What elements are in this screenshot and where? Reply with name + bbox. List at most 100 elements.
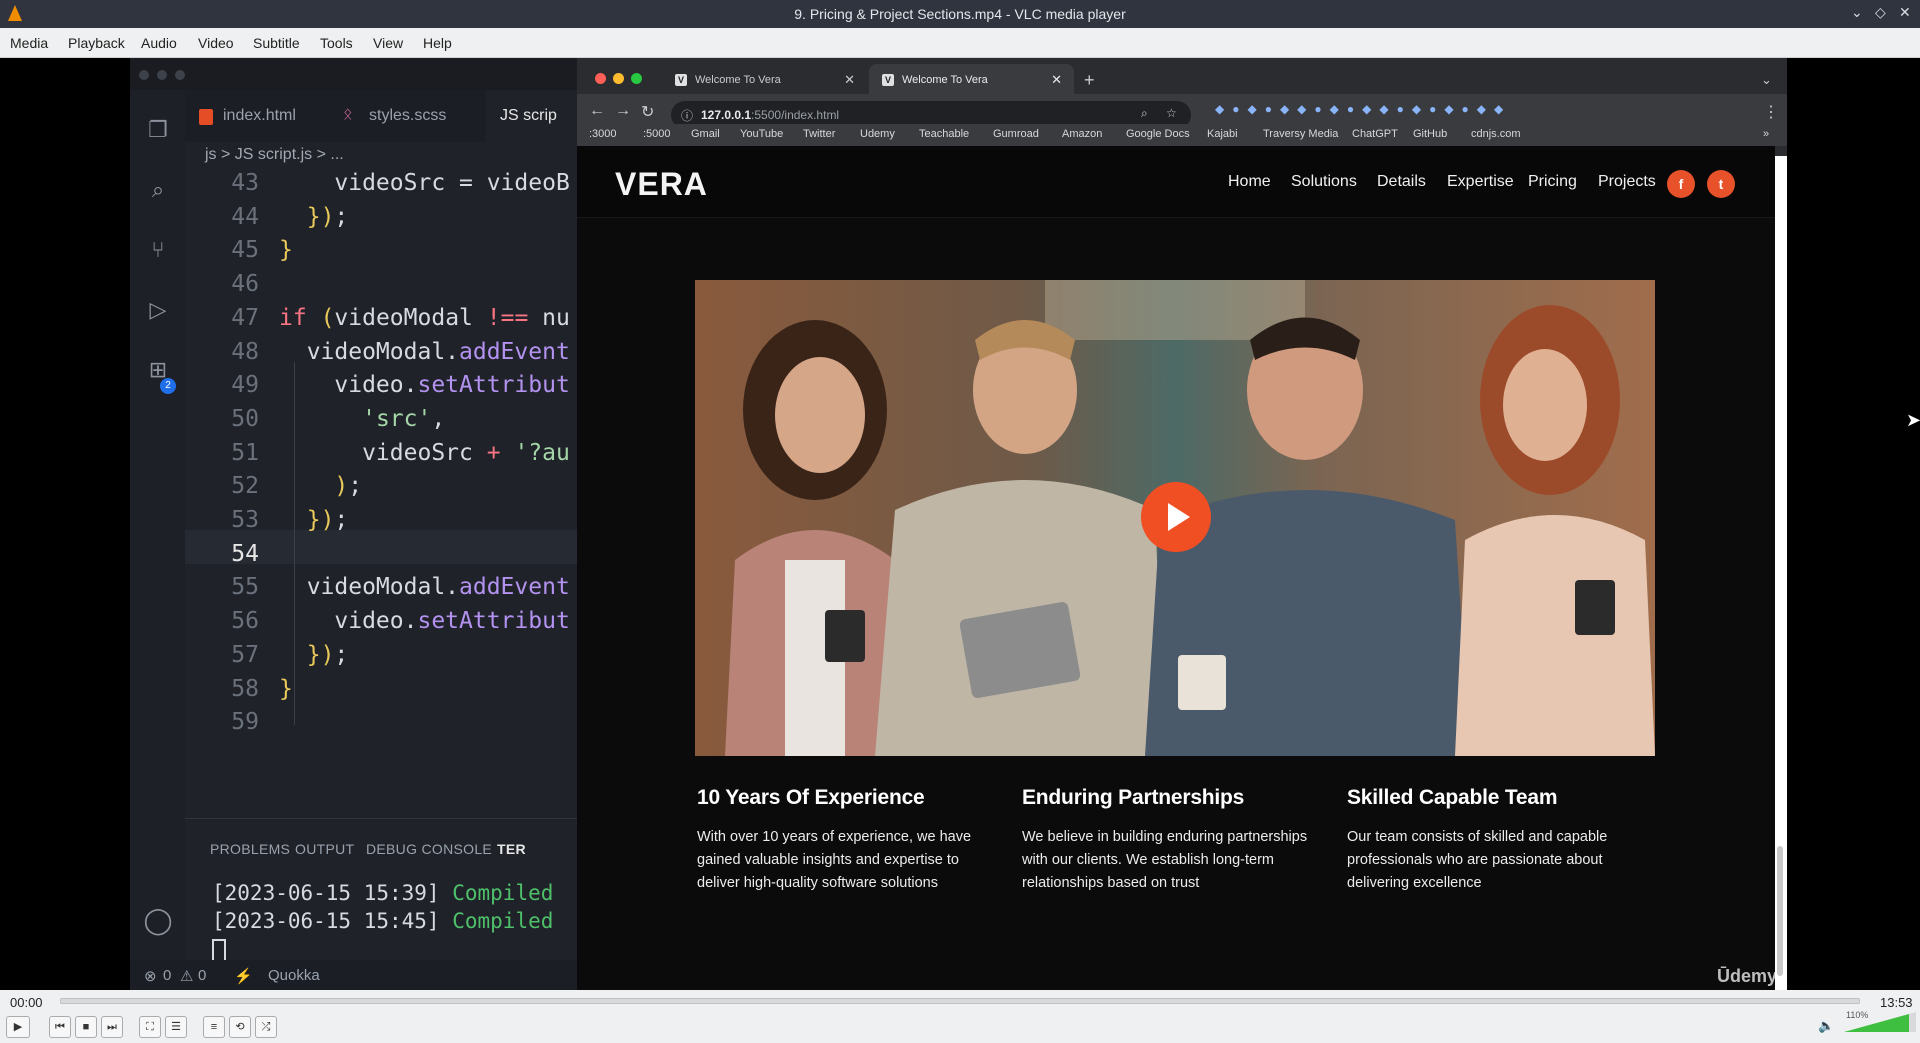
zoom-dot[interactable] <box>631 73 642 84</box>
nav-home[interactable]: Home <box>1228 173 1271 191</box>
panel-tab-debug-console[interactable]: DEBUG CONSOLE <box>366 841 492 857</box>
tab-index-html[interactable]: index.html <box>185 90 329 142</box>
nav-pricing[interactable]: Pricing <box>1528 173 1577 191</box>
code-line: }); <box>306 203 349 230</box>
bookmark[interactable]: GitHub <box>1413 128 1447 140</box>
bookmark[interactable]: Udemy <box>860 128 895 140</box>
bookmark[interactable]: Gumroad <box>993 128 1039 140</box>
menu-tools[interactable]: Tools <box>320 35 353 51</box>
menu-subtitle[interactable]: Subtitle <box>253 35 300 51</box>
loop-button[interactable]: ⟲ <box>229 1016 251 1038</box>
warning-icon[interactable]: ⚠ <box>180 967 193 985</box>
minimize-button[interactable]: ⌄ <box>1851 4 1863 21</box>
info-icon[interactable]: ⓘ <box>681 107 693 124</box>
new-tab-icon[interactable]: + <box>1084 70 1095 91</box>
run-debug-icon[interactable]: ▷ <box>140 292 176 328</box>
nav-solutions[interactable]: Solutions <box>1291 173 1357 191</box>
bookmarks-overflow-icon[interactable]: » <box>1763 128 1769 140</box>
close-tab-icon[interactable]: ✕ <box>844 72 855 88</box>
tab-search-icon[interactable]: ⌄ <box>1761 72 1772 88</box>
nav-details[interactable]: Details <box>1377 173 1426 191</box>
search-icon[interactable]: ⌕ <box>140 172 176 208</box>
browser-tab-title: Welcome To Vera <box>902 74 988 86</box>
bookmark[interactable]: Gmail <box>691 128 720 140</box>
bookmark[interactable]: :3000 <box>589 128 617 140</box>
error-icon[interactable]: ⊗ <box>144 967 157 985</box>
panel-tab-problems[interactable]: PROBLEMS <box>210 841 290 857</box>
hero-video-thumbnail[interactable] <box>695 280 1655 756</box>
bookmark-star-icon[interactable]: ☆ <box>1166 106 1177 120</box>
explorer-icon[interactable]: ❐ <box>140 112 176 148</box>
bookmark[interactable]: :5000 <box>643 128 671 140</box>
scrollbar-thumb[interactable] <box>1777 846 1783 976</box>
nav-projects[interactable]: Projects <box>1598 173 1656 191</box>
back-icon[interactable]: ← <box>589 102 605 120</box>
activity-bar: ❐ ⌕ ⑂ ▷ ⊞ 2 ◯ ⚙ 1 <box>130 90 185 990</box>
extended-settings-button[interactable]: ☰ <box>165 1016 187 1038</box>
menu-video[interactable]: Video <box>198 35 234 51</box>
feature-card: Enduring Partnerships We believe in buil… <box>1022 786 1322 895</box>
bookmark[interactable]: Amazon <box>1062 128 1102 140</box>
tab-styles-scss[interactable]: ᛟ styles.scss <box>329 90 486 142</box>
maximize-button[interactable]: ◇ <box>1875 4 1886 21</box>
bookmark[interactable]: Twitter <box>803 128 835 140</box>
extension-icons[interactable]: ◆●◆●◆◆●◆●◆◆●◆●◆●◆◆ <box>1215 102 1755 122</box>
menu-view[interactable]: View <box>373 35 403 51</box>
nav-expertise[interactable]: Expertise <box>1447 173 1514 191</box>
browser-tab-title: Welcome To Vera <box>695 74 781 86</box>
udemy-watermark: Ūdemy <box>1717 966 1778 986</box>
previous-button[interactable]: ⏮ <box>49 1016 71 1038</box>
bookmark[interactable]: ChatGPT <box>1352 128 1398 140</box>
close-button[interactable]: ✕ <box>1899 4 1911 21</box>
minimize-dot[interactable] <box>613 73 624 84</box>
forward-icon[interactable]: → <box>615 102 631 120</box>
tab-script-js[interactable]: JS scrip <box>486 90 577 142</box>
browser-tab[interactable]: V Welcome To Vera ✕ <box>662 64 867 94</box>
close-dot[interactable] <box>595 73 606 84</box>
url-host: 127.0.0.1 <box>701 108 752 122</box>
source-control-icon[interactable]: ⑂ <box>140 232 176 268</box>
feature-text: We believe in building enduring partners… <box>1022 829 1308 891</box>
menu-media[interactable]: Media <box>10 35 48 51</box>
website-viewport: VERA Home Solutions Details Expertise Pr… <box>577 146 1778 990</box>
breadcrumb[interactable]: js > JS script.js > ... <box>205 146 344 164</box>
code-line: videoSrc = videoB <box>279 170 570 196</box>
menu-help[interactable]: Help <box>423 35 452 51</box>
terminal-message: Compiled <box>452 881 554 905</box>
bookmark[interactable]: Teachable <box>919 128 969 140</box>
playlist-button[interactable]: ≡ <box>203 1016 225 1038</box>
speaker-icon[interactable]: 🔈 <box>1818 1018 1834 1034</box>
stop-button[interactable]: ■ <box>75 1016 97 1038</box>
reload-icon[interactable]: ↻ <box>641 102 654 122</box>
site-logo[interactable]: VERA <box>615 166 708 203</box>
browser-menu-icon[interactable]: ⋮ <box>1763 102 1779 122</box>
quokka-status[interactable]: Quokka <box>268 967 320 984</box>
account-icon[interactable]: ◯ <box>140 902 176 938</box>
close-tab-icon[interactable]: ✕ <box>1051 72 1062 88</box>
zoom-icon[interactable]: ⌕ <box>1141 106 1148 121</box>
panel-tab-output[interactable]: OUTPUT <box>295 841 354 857</box>
seek-bar[interactable] <box>60 998 1860 1004</box>
menu-audio[interactable]: Audio <box>141 35 177 51</box>
bookmark[interactable]: Traversy Media <box>1263 128 1338 140</box>
play-video-button[interactable] <box>1141 482 1211 552</box>
shuffle-button[interactable]: ⤮ <box>255 1016 277 1038</box>
page-scrollbar[interactable] <box>1775 156 1787 990</box>
vera-favicon: V <box>882 74 894 86</box>
browser-tab-active[interactable]: V Welcome To Vera ✕ <box>869 64 1074 94</box>
fullscreen-button[interactable]: ⛶ <box>139 1016 161 1038</box>
facebook-icon[interactable]: f <box>1667 170 1695 198</box>
bookmark[interactable]: Google Docs <box>1126 128 1190 140</box>
play-button[interactable]: ▶ <box>6 1016 30 1038</box>
tab-label: styles.scss <box>369 107 447 124</box>
bookmark[interactable]: YouTube <box>740 128 783 140</box>
menu-playback[interactable]: Playback <box>68 35 125 51</box>
next-button[interactable]: ⏭ <box>101 1016 123 1038</box>
bookmark[interactable]: Kajabi <box>1207 128 1238 140</box>
twitter-icon[interactable]: t <box>1707 170 1735 198</box>
panel-tab-terminal[interactable]: TER <box>497 841 526 857</box>
scss-file-icon: ᛟ <box>343 106 353 123</box>
live-share-icon[interactable]: ⚡ <box>234 967 253 985</box>
bookmark[interactable]: cdnjs.com <box>1471 128 1521 140</box>
video-frame[interactable]: ❐ ⌕ ⑂ ▷ ⊞ 2 ◯ ⚙ 1 index.html ᛟ styles.sc… <box>0 58 1920 990</box>
